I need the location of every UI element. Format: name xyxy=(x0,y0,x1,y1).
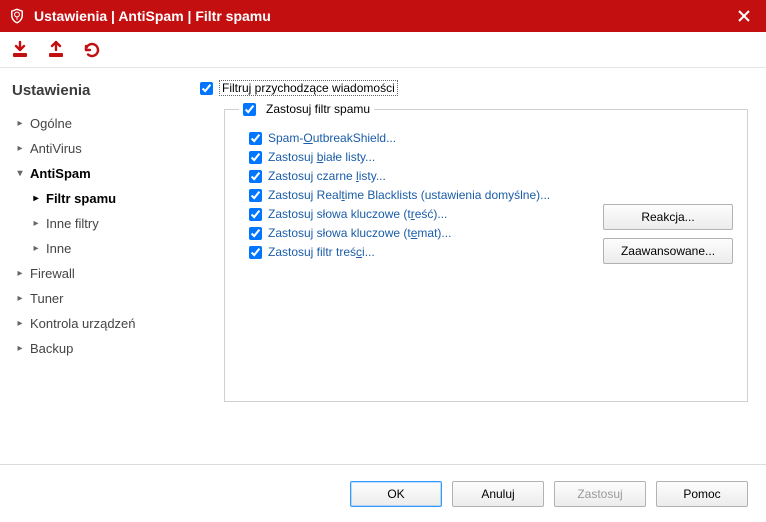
content-filter-link[interactable]: Zastosuj filtr treści... xyxy=(268,245,375,259)
filter-incoming-checkbox[interactable] xyxy=(200,82,213,95)
nav-item-label: Inne filtry xyxy=(46,216,99,231)
nav-item-label: Firewall xyxy=(30,266,75,281)
apply-button[interactable]: Zastosuj xyxy=(554,481,646,507)
reset-icon[interactable] xyxy=(80,38,104,62)
nav-item-antivirus[interactable]: ▸ AntiVirus xyxy=(12,136,178,161)
nav-item-kontrola-urz-dze-[interactable]: ▸ Kontrola urządzeń xyxy=(12,311,178,336)
nav-item-label: Ogólne xyxy=(30,116,72,131)
chevron-right-icon: ▸ xyxy=(14,293,26,304)
nav-item-label: Tuner xyxy=(30,291,63,306)
apply-spam-filter-legend[interactable]: Zastosuj filtr spamu xyxy=(243,102,370,116)
nav-item-label: AntiVirus xyxy=(30,141,82,156)
spam-filter-group: Zastosuj filtr spamu Spam-OutbreakShield… xyxy=(224,102,748,402)
nav-item-antispam[interactable]: ▾ AntiSpam xyxy=(12,161,178,186)
nav-item-label: Inne xyxy=(46,241,71,256)
rtbl-link[interactable]: Zastosuj Realtime Blacklists (ustawienia… xyxy=(268,188,550,202)
keywords-subject-link[interactable]: Zastosuj słowa kluczowe (temat)... xyxy=(268,226,451,240)
chevron-down-icon: ▾ xyxy=(14,168,26,179)
outbreak-shield-checkbox[interactable] xyxy=(249,132,262,145)
content-filter-checkbox[interactable] xyxy=(249,246,262,259)
sidebar-heading: Ustawienia xyxy=(12,82,178,99)
close-button[interactable] xyxy=(730,2,758,30)
help-button[interactable]: Pomoc xyxy=(656,481,748,507)
chevron-right-icon: ▸ xyxy=(14,118,26,129)
app-shield-icon xyxy=(8,7,26,25)
chevron-right-icon: ▸ xyxy=(30,193,42,204)
export-icon[interactable] xyxy=(44,38,68,62)
keywords-body-checkbox[interactable] xyxy=(249,208,262,221)
chevron-right-icon: ▸ xyxy=(30,218,42,229)
keywords-subject-checkbox[interactable] xyxy=(249,227,262,240)
nav-item-inne[interactable]: ▸ Inne xyxy=(12,236,178,261)
whitelist-checkbox[interactable] xyxy=(249,151,262,164)
body: Ustawienia ▸ Ogólne ▸ AntiVirus ▾ AntiSpam ▸ Fi… xyxy=(0,68,766,464)
rtbl-checkbox[interactable] xyxy=(249,189,262,202)
advanced-button[interactable]: Zaawansowane... xyxy=(603,238,733,264)
dialog-footer: OK Anuluj Zastosuj Pomoc xyxy=(0,464,766,522)
nav-item-label: AntiSpam xyxy=(30,166,91,181)
cancel-button[interactable]: Anuluj xyxy=(452,481,544,507)
import-icon[interactable] xyxy=(8,38,32,62)
keywords-body-link[interactable]: Zastosuj słowa kluczowe (treść)... xyxy=(268,207,447,221)
titlebar: Ustawienia | AntiSpam | Filtr spamu xyxy=(0,0,766,32)
apply-spam-filter-checkbox[interactable] xyxy=(243,103,256,116)
reaction-button[interactable]: Reakcja... xyxy=(603,204,733,230)
toolbar xyxy=(0,32,766,68)
nav-item-firewall[interactable]: ▸ Firewall xyxy=(12,261,178,286)
chevron-right-icon: ▸ xyxy=(30,243,42,254)
filter-incoming-label[interactable]: Filtruj przychodzące wiadomości xyxy=(219,80,398,96)
whitelist-link[interactable]: Zastosuj białe listy... xyxy=(268,150,375,164)
chevron-right-icon: ▸ xyxy=(14,268,26,279)
nav-item-label: Kontrola urządzeń xyxy=(30,316,136,331)
content-panel: Filtruj przychodzące wiadomości Zastosuj… xyxy=(190,68,766,464)
nav-item-backup[interactable]: ▸ Backup xyxy=(12,336,178,361)
nav-item-inne-filtry[interactable]: ▸ Inne filtry xyxy=(12,211,178,236)
nav-item-tuner[interactable]: ▸ Tuner xyxy=(12,286,178,311)
nav-item-filtr-spamu[interactable]: ▸ Filtr spamu xyxy=(12,186,178,211)
sidebar: Ustawienia ▸ Ogólne ▸ AntiVirus ▾ AntiSpam ▸ Fi… xyxy=(0,68,190,464)
nav-item-label: Backup xyxy=(30,341,73,356)
nav-item-og-lne[interactable]: ▸ Ogólne xyxy=(12,111,178,136)
outbreak-shield-link[interactable]: Spam-OutbreakShield... xyxy=(268,131,396,145)
blacklist-checkbox[interactable] xyxy=(249,170,262,183)
window-title: Ustawienia | AntiSpam | Filtr spamu xyxy=(34,8,730,24)
blacklist-link[interactable]: Zastosuj czarne listy... xyxy=(268,169,386,183)
chevron-right-icon: ▸ xyxy=(14,143,26,154)
nav-item-label: Filtr spamu xyxy=(46,191,116,206)
chevron-right-icon: ▸ xyxy=(14,318,26,329)
chevron-right-icon: ▸ xyxy=(14,343,26,354)
apply-spam-filter-label: Zastosuj filtr spamu xyxy=(266,102,370,116)
ok-button[interactable]: OK xyxy=(350,481,442,507)
